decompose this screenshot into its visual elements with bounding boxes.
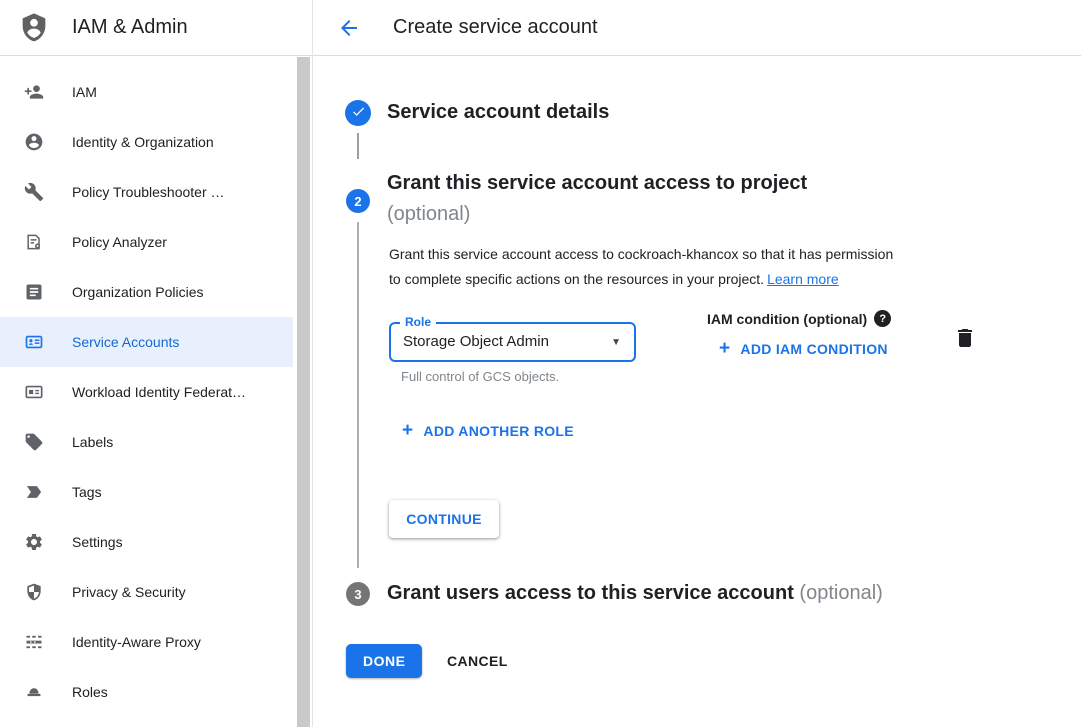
role-helper-text: Full control of GCS objects. [401,369,559,384]
learn-more-link[interactable]: Learn more [767,271,839,287]
cancel-button[interactable]: CANCEL [439,644,516,678]
step2-heading: Grant this service account access to pro… [387,168,807,230]
sidebar-item-service-accounts[interactable]: Service Accounts [0,317,293,367]
gear-icon [24,532,44,552]
person-add-icon [24,82,44,102]
sidebar-item-label: Policy Analyzer [72,234,167,250]
sidebar-item-label: Service Accounts [72,334,179,350]
hat-icon [24,682,44,702]
page-title: Create service account [393,16,598,39]
step2-optional-label: (optional) [387,199,807,230]
sidebar-item-label: Roles [72,684,108,700]
sidebar-nav: IAM Identity & Organization Policy Troub… [0,56,293,717]
product-title: IAM & Admin [72,16,188,39]
sidebar-item-identity-aware-proxy[interactable]: Identity-Aware Proxy [0,617,293,667]
sidebar-item-policy-analyzer[interactable]: Policy Analyzer [0,217,293,267]
sidebar-scrollbar[interactable] [297,57,310,727]
shield-icon [24,582,44,602]
sidebar-item-workload-identity-federation[interactable]: Workload Identity Federat… [0,367,293,417]
sidebar-item-label: Settings [72,534,123,550]
sidebar-item-policy-troubleshooter[interactable]: Policy Troubleshooter … [0,167,293,217]
iam-condition-header: IAM condition (optional) ? [707,310,891,327]
step-connector [357,222,359,568]
account-circle-icon [24,132,44,152]
sidebar-item-organization-policies[interactable]: Organization Policies [0,267,293,317]
continue-button[interactable]: CONTINUE [389,500,499,538]
step3-title: Grant users access to this service accou… [387,582,794,604]
delete-role-button[interactable] [953,326,977,350]
sidebar: IAM & Admin IAM Identity & Organization [0,0,313,727]
iam-admin-console: IAM & Admin IAM Identity & Organization [0,0,1081,727]
check-icon [351,104,366,122]
help-icon[interactable]: ? [874,310,891,327]
step1-completed-indicator [345,100,371,126]
step3-number: 3 [354,587,361,602]
sidebar-item-label: Privacy & Security [72,584,186,600]
sidebar-item-label: Tags [72,484,102,500]
back-button[interactable] [337,16,361,40]
add-iam-condition-button[interactable]: + ADD IAM CONDITION [719,340,888,358]
dropdown-caret-icon: ▼ [611,337,621,348]
card-icon [24,382,44,402]
service-account-badge-icon [24,332,44,352]
plus-icon: + [719,340,730,358]
iam-condition-label: IAM condition (optional) [707,311,867,327]
proxy-frame-icon [24,632,44,652]
role-selected-value: Storage Object Admin [403,324,549,360]
main-panel: Create service account Service account d… [313,0,1081,727]
step2-indicator: 2 [346,189,370,213]
create-service-account-form: Service account details 2 Grant this ser… [313,56,1081,727]
step2-title: Grant this service account access to pro… [387,168,807,199]
wrench-icon [24,182,44,202]
step3-indicator: 3 [346,582,370,606]
sidebar-item-labels[interactable]: Labels [0,417,293,467]
add-another-role-button[interactable]: + ADD ANOTHER ROLE [402,422,574,440]
sidebar-item-iam[interactable]: IAM [0,67,293,117]
sidebar-item-settings[interactable]: Settings [0,517,293,567]
done-button[interactable]: DONE [346,644,422,678]
sidebar-item-label: Organization Policies [72,284,204,300]
tag-icon [24,432,44,452]
role-select[interactable]: Role Storage Object Admin ▼ [389,322,636,362]
sidebar-item-privacy-security[interactable]: Privacy & Security [0,567,293,617]
sidebar-item-label: Identity-Aware Proxy [72,634,201,650]
policy-document-icon [24,232,44,252]
plus-icon: + [402,422,413,440]
page-header: Create service account [313,0,1081,56]
sidebar-item-identity-organization[interactable]: Identity & Organization [0,117,293,167]
back-arrow-icon [337,16,361,40]
iam-shield-icon [18,11,50,45]
trash-icon [953,326,977,350]
label-arrow-icon [24,482,44,502]
document-list-icon [24,282,44,302]
sidebar-item-label: Identity & Organization [72,134,214,150]
sidebar-item-label: Workload Identity Federat… [72,384,246,400]
step3-heading: Grant users access to this service accou… [387,582,883,605]
sidebar-item-label: IAM [72,84,97,100]
sidebar-item-label: Labels [72,434,113,450]
sidebar-item-tags[interactable]: Tags [0,467,293,517]
step2-number: 2 [354,194,361,209]
step2-description: Grant this service account access to coc… [389,242,893,292]
sidebar-header: IAM & Admin [0,0,312,56]
step-connector [357,133,359,159]
sidebar-item-label: Policy Troubleshooter … [72,184,225,200]
sidebar-item-roles[interactable]: Roles [0,667,293,717]
step1-title: Service account details [387,101,609,124]
